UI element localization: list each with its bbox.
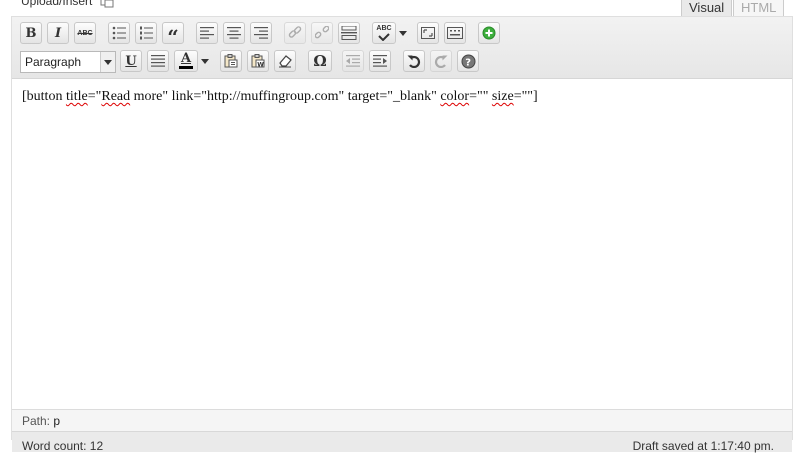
content-text-misspelled: Read bbox=[101, 89, 131, 104]
blockquote-button[interactable]: “ bbox=[162, 22, 184, 49]
more-tag-icon bbox=[341, 26, 357, 40]
bullet-list-button[interactable] bbox=[108, 22, 130, 44]
fullscreen-button[interactable] bbox=[417, 22, 439, 44]
insert-more-button[interactable] bbox=[338, 22, 360, 44]
text-color-icon: A bbox=[179, 51, 193, 69]
editor-frame: B I ABC “ ABC Paragraph U A W Ω ? [butto… bbox=[11, 16, 793, 453]
undo-icon bbox=[407, 54, 421, 68]
special-char-button[interactable]: Ω bbox=[308, 50, 332, 72]
text-color-glyph: A bbox=[180, 51, 192, 66]
path-bar: Path: p bbox=[12, 409, 792, 431]
editor-header: Upload/Insert Visual HTML bbox=[0, 0, 804, 18]
undo-button[interactable] bbox=[403, 50, 425, 72]
editor-content-area[interactable]: [button title="Read more" link="http://m… bbox=[12, 79, 792, 409]
text-color-swatch bbox=[179, 66, 193, 69]
outdent-icon bbox=[346, 55, 360, 67]
kitchen-sink-button[interactable] bbox=[444, 22, 466, 44]
content-text: ="" bbox=[469, 89, 492, 104]
numbered-list-button[interactable] bbox=[135, 22, 157, 44]
spellcheck-icon: ABC bbox=[376, 25, 392, 41]
fullscreen-icon bbox=[421, 27, 435, 39]
justify-button[interactable] bbox=[147, 50, 169, 72]
paste-word-icon: W bbox=[251, 54, 265, 68]
align-right-icon bbox=[254, 27, 268, 39]
align-center-icon bbox=[227, 27, 241, 39]
numbered-list-icon bbox=[139, 26, 153, 40]
kitchen-sink-icon bbox=[447, 27, 463, 39]
indent-button[interactable] bbox=[369, 50, 391, 72]
content-text: [button bbox=[22, 89, 66, 104]
underline-icon: U bbox=[125, 53, 137, 69]
indent-icon bbox=[373, 55, 387, 67]
word-count: Word count: 12 bbox=[22, 439, 104, 453]
align-left-button[interactable] bbox=[196, 22, 218, 44]
clear-format-button[interactable] bbox=[274, 50, 296, 72]
status-bar: Word count: 12 Draft saved at 1:17:40 pm… bbox=[12, 431, 792, 453]
unlink-icon bbox=[315, 26, 329, 40]
svg-text:?: ? bbox=[465, 57, 471, 68]
text-color-dropdown[interactable] bbox=[199, 50, 211, 72]
spellcheck-button[interactable]: ABC bbox=[372, 22, 396, 44]
italic-icon: I bbox=[54, 25, 62, 41]
link-icon bbox=[288, 26, 302, 40]
eraser-icon bbox=[278, 54, 292, 68]
content-text: =" bbox=[87, 89, 102, 104]
help-button[interactable]: ? bbox=[457, 50, 479, 72]
shortcode-button[interactable] bbox=[478, 22, 500, 44]
text-color-button[interactable]: A bbox=[174, 50, 198, 72]
paste-word-button[interactable]: W bbox=[247, 50, 269, 72]
omega-icon: Ω bbox=[313, 52, 327, 70]
insert-link-button[interactable] bbox=[284, 22, 306, 44]
paste-text-icon bbox=[224, 54, 238, 68]
content-text-misspelled: size bbox=[491, 89, 514, 104]
italic-button[interactable]: I bbox=[47, 22, 69, 44]
strikethrough-icon: ABC bbox=[77, 29, 93, 37]
paste-text-button[interactable] bbox=[220, 50, 242, 72]
spellcheck-language-dropdown[interactable] bbox=[397, 22, 409, 44]
outdent-button[interactable] bbox=[342, 50, 364, 72]
chevron-down-icon bbox=[100, 52, 115, 72]
spellcheck-label: ABC bbox=[376, 25, 392, 32]
bold-button[interactable]: B bbox=[20, 22, 42, 44]
draft-saved-status: Draft saved at 1:17:40 pm. bbox=[632, 439, 774, 453]
path-label: Path: bbox=[22, 414, 51, 428]
redo-button[interactable] bbox=[430, 50, 452, 72]
bold-icon: B bbox=[25, 25, 37, 41]
editor-toolbar: B I ABC “ ABC Paragraph U A W Ω ? bbox=[12, 17, 792, 79]
help-icon: ? bbox=[461, 54, 476, 69]
bullet-list-icon bbox=[112, 26, 126, 40]
redo-icon bbox=[434, 54, 448, 68]
align-right-button[interactable] bbox=[250, 22, 272, 44]
svg-text:W: W bbox=[257, 61, 264, 68]
unlink-button[interactable] bbox=[311, 22, 333, 44]
media-icon[interactable] bbox=[100, 0, 114, 8]
upload-insert-label: Upload/Insert bbox=[21, 0, 93, 8]
content-text-misspelled: color bbox=[440, 89, 470, 104]
format-select[interactable]: Paragraph bbox=[20, 51, 116, 73]
strikethrough-button[interactable]: ABC bbox=[74, 22, 96, 44]
content-text: more" link="http://muffingroup.com" targ… bbox=[130, 89, 441, 104]
path-element-link[interactable]: p bbox=[53, 414, 60, 428]
upload-insert-link[interactable]: Upload/Insert bbox=[21, 0, 114, 8]
underline-button[interactable]: U bbox=[120, 50, 142, 72]
content-text: =""] bbox=[513, 89, 538, 104]
plus-circle-icon bbox=[482, 26, 496, 40]
align-center-button[interactable] bbox=[223, 22, 245, 44]
justify-icon bbox=[151, 55, 165, 67]
content-text-misspelled: title bbox=[65, 89, 88, 104]
align-left-icon bbox=[200, 27, 214, 39]
blockquote-icon: “ bbox=[167, 25, 179, 49]
format-select-value: Paragraph bbox=[25, 55, 82, 69]
